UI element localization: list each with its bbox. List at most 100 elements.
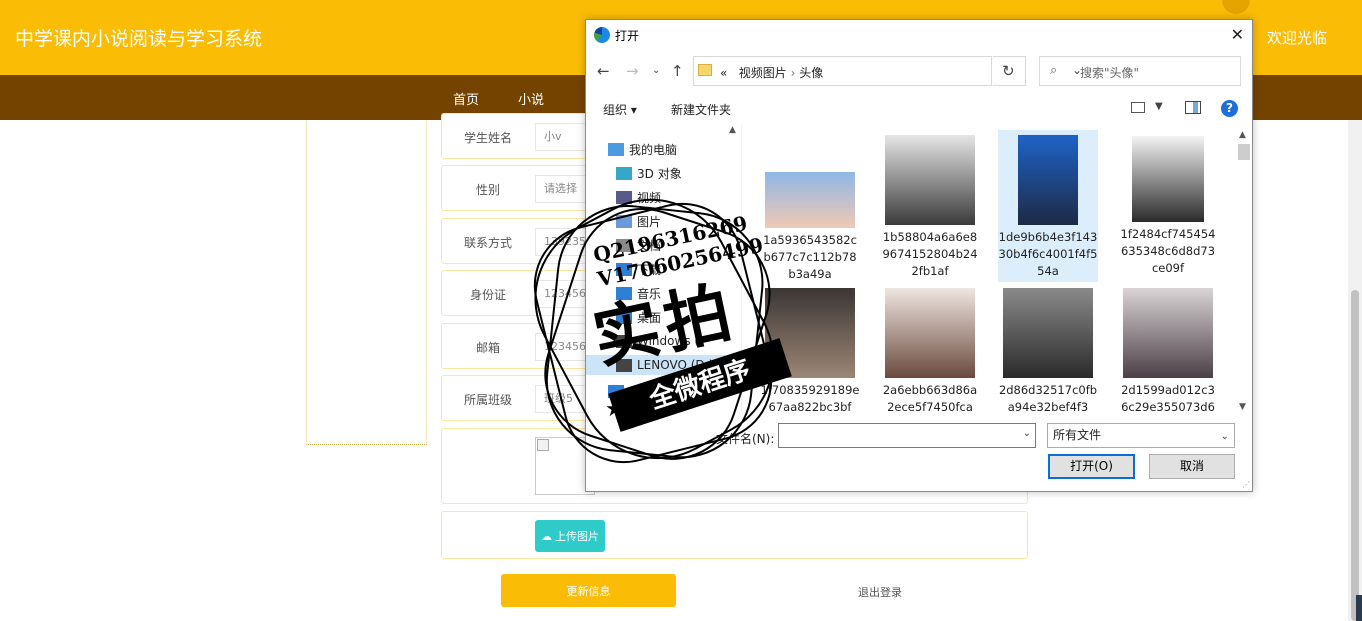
upload-image-button[interactable]: ☁ 上传图片	[535, 520, 605, 552]
breadcrumb-item[interactable]: 头像	[799, 66, 823, 80]
logout-link[interactable]: 退出登录	[858, 584, 902, 600]
tree-item-computer[interactable]: 我的电脑	[608, 139, 677, 159]
download-icon	[616, 262, 632, 276]
image-thumbnail	[1132, 136, 1204, 222]
open-button[interactable]: 打开(O)	[1048, 454, 1135, 479]
file-item[interactable]: 1f2484cf745454635348c6d8d73ce09f	[1118, 130, 1218, 277]
scroll-up-icon[interactable]: ▲	[729, 125, 736, 135]
folder-icon	[698, 64, 712, 76]
resize-grip-icon[interactable]: ⋰	[1242, 480, 1250, 489]
breadcrumb-prefix: «	[720, 66, 728, 80]
file-item[interactable]: 2d1599ad012c36c29e355073d6	[1118, 288, 1218, 412]
image-thumbnail	[885, 288, 975, 378]
tree-item-3d[interactable]: 3D 对象	[616, 163, 682, 183]
scrollbar-thumb[interactable]	[1351, 290, 1359, 621]
file-name: 1a5936543582cb677c7c112b78b3a49a	[763, 233, 857, 281]
tree-item-music[interactable]: 音乐	[616, 283, 661, 303]
tree-item-downloads[interactable]: 下载	[616, 259, 661, 279]
image-thumbnail	[885, 135, 975, 225]
avatar[interactable]	[1222, 0, 1250, 14]
field-label: 性别	[475, 183, 500, 197]
file-open-dialog: 打开 ✕ ← → ⌄ ↑ « 视频图片 › 头像 ⌄ ↻ ⌕ 搜索"头像" 组织…	[585, 19, 1253, 492]
file-type-select[interactable]: 所有文件 ⌄	[1047, 423, 1235, 448]
file-name: 2d86d32517c0fba94e32bef4f3	[998, 383, 1098, 412]
site-title: 中学课内小说阅读与学习系统	[15, 28, 263, 50]
file-type-value: 所有文件	[1053, 428, 1102, 442]
file-grid-scrollbar[interactable]: ▲ ▼	[1236, 130, 1252, 412]
taskbar-edge	[1356, 595, 1362, 621]
tree-item-windows-drive[interactable]: Windows (	[616, 331, 699, 351]
help-icon[interactable]: ?	[1221, 100, 1238, 117]
file-name: 1de9b6b4e3f14330b4f6c4001f4f554a	[998, 230, 1098, 278]
breadcrumb: « 视频图片 › 头像	[720, 66, 824, 80]
chevron-down-icon[interactable]: ⌄	[1023, 428, 1031, 439]
tree-item-network[interactable]: 网络	[608, 381, 653, 401]
file-item[interactable]: 2d86d32517c0fba94e32bef4f3	[998, 288, 1098, 412]
field-label: 身份证	[469, 288, 506, 302]
file-item[interactable]: 1b58804a6a6e89674152804b242fb1af	[880, 130, 980, 280]
field-label: 所属班级	[463, 393, 512, 407]
file-name: 2d1599ad012c36c29e355073d6	[1121, 383, 1215, 412]
search-icon: ⌕	[1050, 63, 1058, 78]
chevron-down-icon[interactable]: ▼	[1155, 101, 1163, 112]
file-grid: 1a5936543582cb677c7c112b78b3a49a 1b58804…	[746, 130, 1234, 412]
search-box[interactable]: ⌕ 搜索"头像"	[1039, 56, 1241, 86]
tree-item-documents[interactable]: 文档	[616, 235, 661, 255]
back-arrow-icon[interactable]: ←	[597, 62, 610, 80]
edge-browser-icon	[594, 27, 610, 43]
scroll-up-icon[interactable]: ▲	[1239, 130, 1246, 140]
up-arrow-icon[interactable]: ↑	[671, 62, 684, 80]
nav-item-novels[interactable]: 小说	[518, 89, 544, 108]
image-thumbnail	[1018, 135, 1078, 225]
music-icon	[616, 286, 632, 300]
drive-icon	[616, 358, 632, 372]
tree-scrollbar[interactable]: ▲	[726, 125, 742, 412]
cancel-button[interactable]: 取消	[1149, 454, 1235, 479]
update-info-button[interactable]: 更新信息	[501, 574, 676, 607]
organize-button[interactable]: 组织 ▾	[603, 101, 637, 118]
tree-item-videos[interactable]: 视频	[616, 187, 661, 207]
file-item[interactable]: 1a5936543582cb677c7c112b78b3a49a	[760, 130, 860, 283]
desktop-icon	[616, 310, 632, 324]
image-thumbnail	[765, 172, 855, 228]
image-thumbnail	[1123, 288, 1213, 378]
refresh-icon: ↻	[1002, 62, 1015, 80]
refresh-button[interactable]: ↻	[993, 56, 1026, 86]
scrollbar-thumb[interactable]	[1238, 144, 1250, 160]
file-name: 1b58804a6a6e89674152804b242fb1af	[882, 230, 978, 278]
tree-item-pictures[interactable]: 图片	[616, 211, 661, 231]
field-label: 邮箱	[475, 341, 500, 355]
welcome-text: 欢迎光临	[1266, 29, 1327, 47]
page-scrollbar[interactable]	[1348, 120, 1362, 621]
view-mode-icon[interactable]	[1131, 102, 1145, 113]
file-name-input[interactable]: ⌄	[778, 423, 1036, 448]
file-item-selected[interactable]: 1de9b6b4e3f14330b4f6c4001f4f554a	[998, 130, 1098, 282]
dialog-titlebar[interactable]: 打开 ✕	[586, 20, 1252, 50]
cloud-upload-icon: ☁	[541, 529, 552, 543]
new-folder-button[interactable]: 新建文件夹	[671, 101, 731, 118]
upload-label: 上传图片	[555, 530, 599, 543]
document-icon	[616, 238, 632, 252]
picture-icon	[616, 214, 632, 228]
image-thumbnail	[1003, 288, 1093, 378]
address-bar[interactable]: « 视频图片 › 头像 ⌄	[693, 56, 1082, 86]
scroll-down-icon[interactable]: ▼	[1239, 402, 1246, 412]
recent-chevron-icon[interactable]: ⌄	[652, 65, 660, 76]
tree-item-d-drive[interactable]: LENOVO (D:)	[586, 355, 726, 375]
file-name: 1f70835929189e67aa822bc3bf	[760, 383, 860, 412]
dialog-nav-row: ← → ⌄ ↑ « 视频图片 › 头像 ⌄ ↻ ⌕ 搜索"头像"	[586, 56, 1252, 88]
sidebar-panel	[306, 120, 427, 445]
file-name-label: 文件名(N):	[716, 432, 775, 446]
tree-item-desktop[interactable]: 桌面	[616, 307, 661, 327]
search-input[interactable]: 搜索"头像"	[1080, 64, 1139, 81]
file-item[interactable]: 2a6ebb663d86a2ece5f7450fca	[880, 288, 980, 412]
close-icon[interactable]: ✕	[1231, 25, 1244, 44]
file-item[interactable]: 1f70835929189e67aa822bc3bf	[760, 288, 860, 412]
network-icon	[608, 384, 624, 398]
breadcrumb-item[interactable]: 视频图片	[739, 66, 787, 80]
dialog-title: 打开	[615, 29, 640, 43]
preview-pane-icon[interactable]	[1185, 101, 1201, 114]
forward-arrow-icon[interactable]: →	[626, 62, 639, 80]
computer-icon	[608, 142, 624, 156]
nav-item-home[interactable]: 首页	[453, 89, 479, 108]
